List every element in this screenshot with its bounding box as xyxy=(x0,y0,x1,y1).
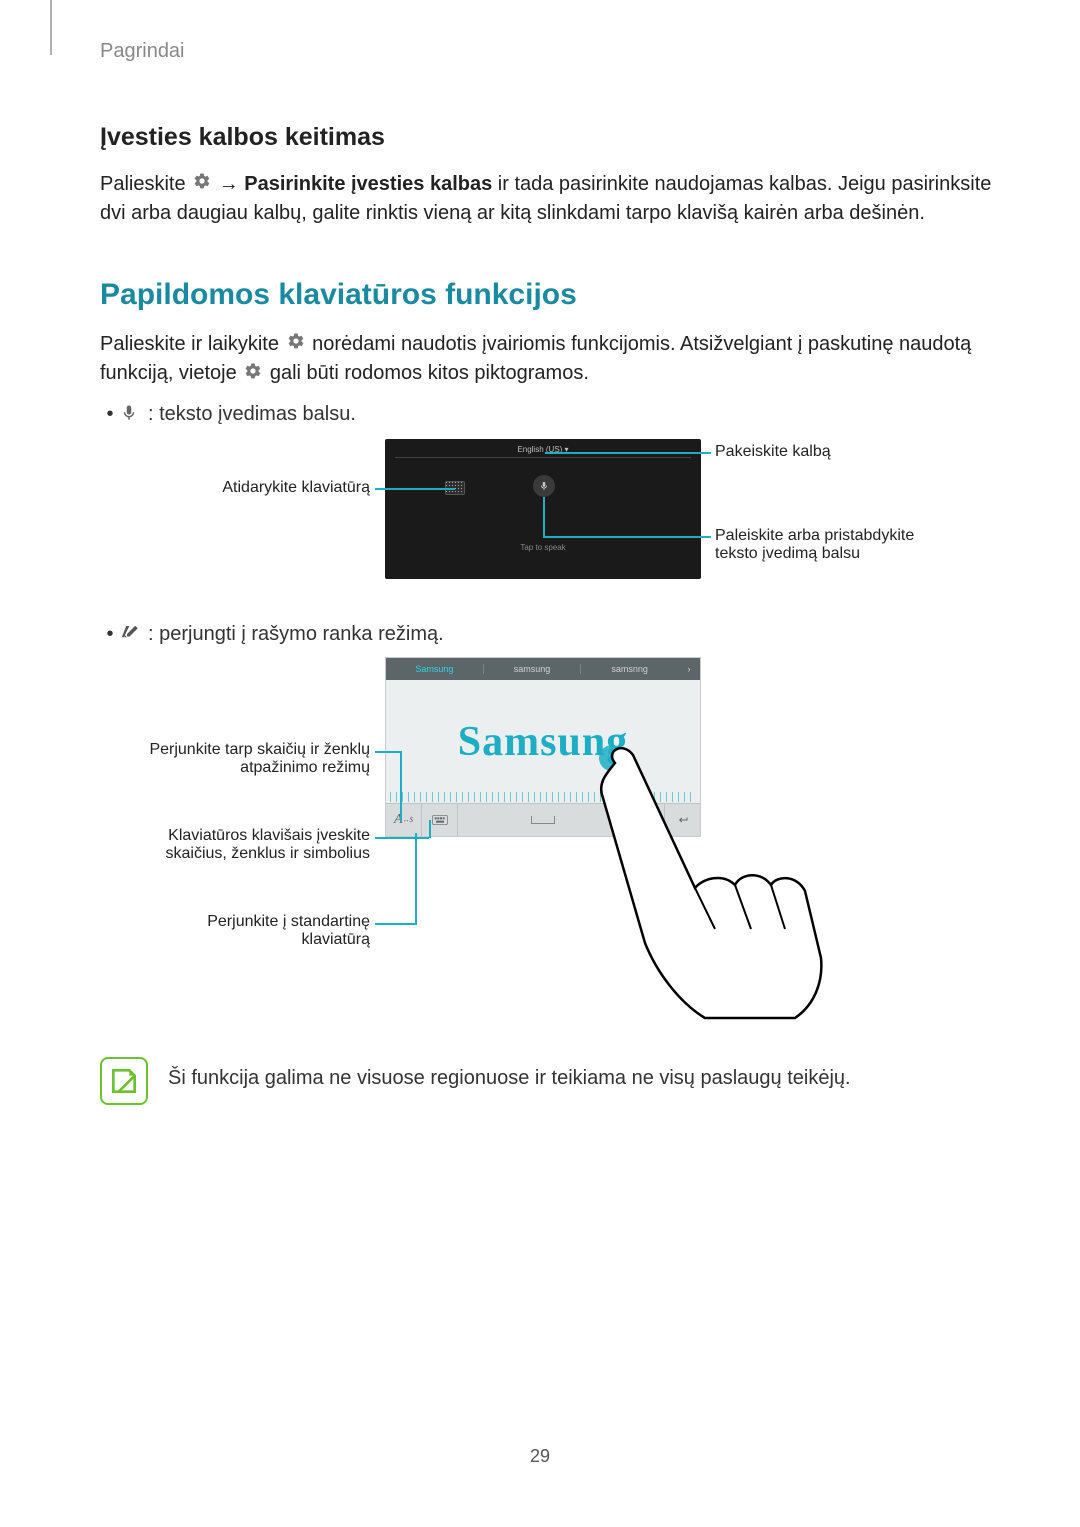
bullet-text: : teksto įvedimas balsu. xyxy=(148,403,356,426)
page-number: 29 xyxy=(0,1446,1080,1467)
voice-input-diagram: English (US) ▾ Tap to speak Atidarykite … xyxy=(145,439,965,609)
suggestion-2: samsung xyxy=(483,664,582,674)
handwriting-icon xyxy=(120,623,148,647)
arrow-text: → xyxy=(219,173,245,195)
note-box: Ši funkcija galima ne visuose regionuose… xyxy=(100,1057,1010,1105)
gear-icon xyxy=(244,360,262,389)
mic-icon xyxy=(120,403,148,429)
mic-button-icon xyxy=(533,475,555,497)
text: Palieskite xyxy=(100,173,191,195)
bullet-voice: • : teksto įvedimas balsu. xyxy=(100,403,1010,429)
chevron-right-icon: › xyxy=(678,664,700,674)
bullet-dot: • xyxy=(100,403,120,426)
page-header: Pagrindai xyxy=(100,40,1010,63)
gear-icon xyxy=(193,170,211,199)
callout-open-keyboard: Atidarykite klaviatūrą xyxy=(145,479,370,497)
text: Palieskite ir laikykite xyxy=(100,333,285,355)
text: gali būti rodomos kitos piktogramos. xyxy=(270,362,589,384)
section1-title: Įvesties kalbos keitimas xyxy=(100,123,1010,152)
bold-text: Pasirinkite įvesties kalbas xyxy=(244,173,492,195)
bullet-handwriting: • : perjungti į rašymo ranka režimą. xyxy=(100,623,1010,647)
tap-to-speak: Tap to speak xyxy=(385,543,701,552)
note-text: Ši funkcija galima ne visuose regionuose… xyxy=(168,1057,851,1090)
callout-switch-num: Perjunkite tarp skaičių ir ženklų atpaži… xyxy=(145,741,370,777)
callout-std-kbd: Perjunkite į standartinę klaviatūrą xyxy=(145,913,370,949)
mode-key-icon: A↔$ xyxy=(386,804,422,836)
handwriting-diagram: Samsung samsung samsnng › Samsung A↔$ xyxy=(145,657,965,1037)
bullet-dot: • xyxy=(100,623,120,646)
bullet-text: : perjungti į rašymo ranka režimą. xyxy=(148,623,444,646)
suggestion-3: samsnng xyxy=(581,664,678,674)
section2-title: Papildomos klaviatūros funkcijos xyxy=(100,278,1010,312)
section1-para: Palieskite → Pasirinkite įvesties kalbas… xyxy=(100,170,1010,228)
gear-icon xyxy=(287,330,305,359)
section2-para: Palieskite ir laikykite norėdami naudoti… xyxy=(100,330,1010,388)
hand-icon xyxy=(585,743,825,1023)
suggestion-1: Samsung xyxy=(386,664,483,674)
suggestion-bar: Samsung samsung samsnng › xyxy=(386,658,700,680)
callout-kbd-keys: Klaviatūros klavišais įveskite skaičius,… xyxy=(145,827,370,863)
callout-change-language: Pakeiskite kalbą xyxy=(715,443,915,461)
note-icon xyxy=(100,1057,148,1105)
keyboard-key-icon xyxy=(422,804,458,836)
callout-start-stop: Paleiskite arba pristabdykite teksto įve… xyxy=(715,527,925,563)
